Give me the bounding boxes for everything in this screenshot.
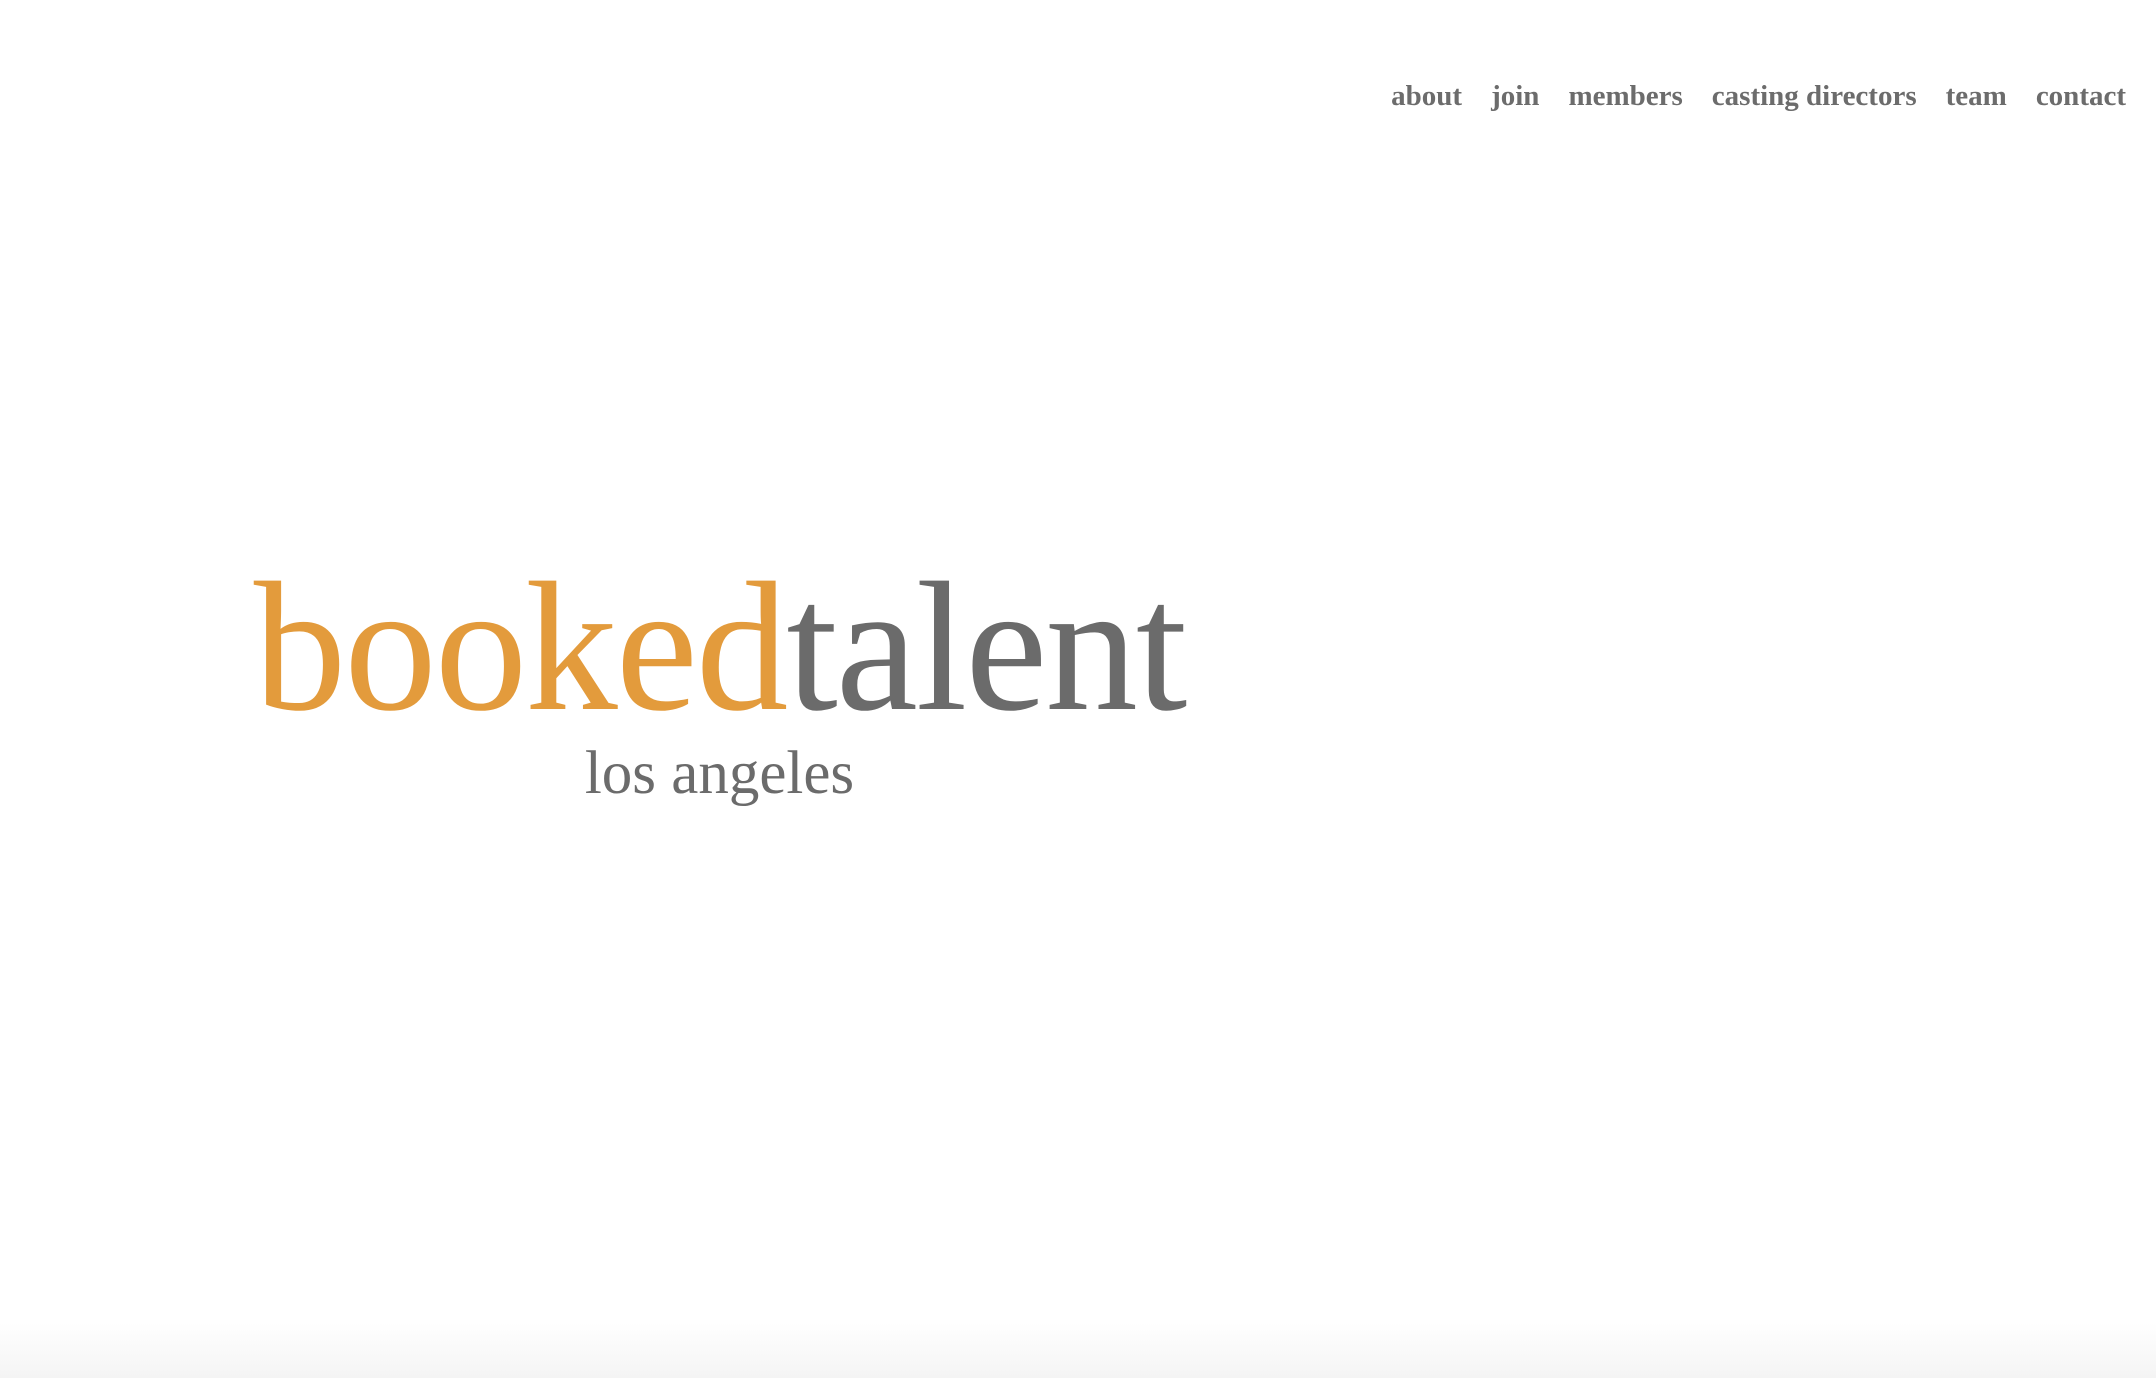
nav-link-about[interactable]: about xyxy=(1391,80,1462,113)
logo-wordmark: bookedtalent xyxy=(254,555,1188,740)
nav-link-casting-directors[interactable]: casting directors xyxy=(1712,80,1917,113)
main-nav: about join members casting directors tea… xyxy=(1391,80,2126,113)
logo-talent-text: talent xyxy=(786,545,1187,750)
nav-link-join[interactable]: join xyxy=(1491,80,1539,113)
nav-link-contact[interactable]: contact xyxy=(2036,80,2126,113)
page: about join members casting directors tea… xyxy=(0,0,2156,1378)
logo-subtitle: los angeles xyxy=(584,740,855,807)
nav-link-team[interactable]: team xyxy=(1946,80,2007,113)
site-logo: bookedtalent los angeles xyxy=(254,555,1188,807)
nav-link-members[interactable]: members xyxy=(1568,80,1682,113)
logo-booked-text: booked xyxy=(253,545,789,750)
